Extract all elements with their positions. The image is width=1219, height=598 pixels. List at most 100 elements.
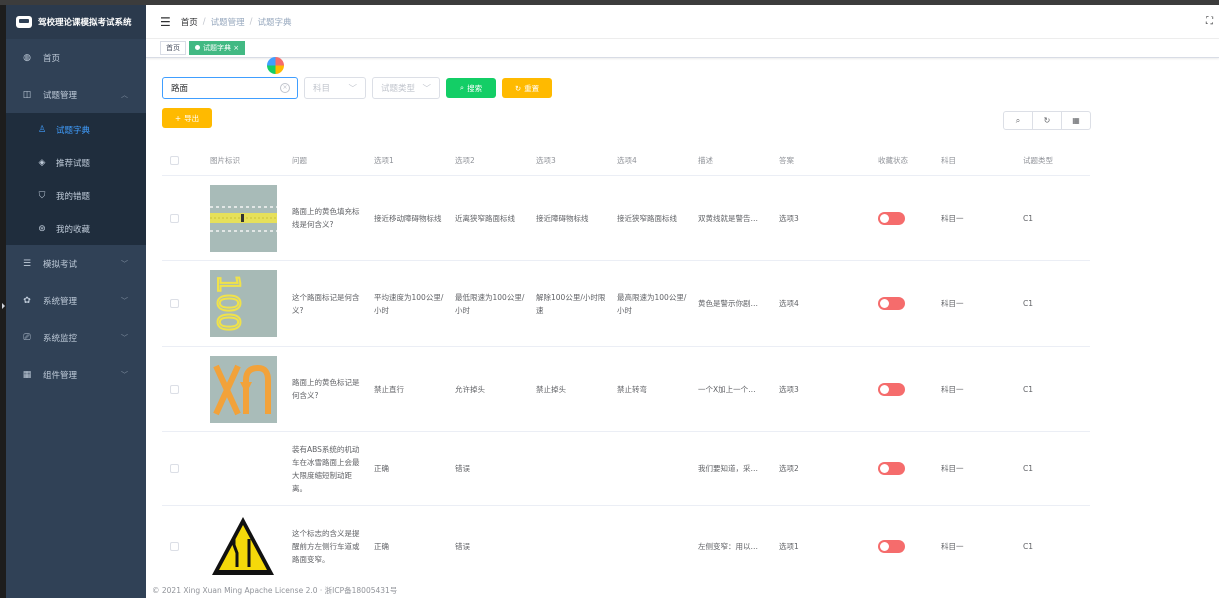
row-checkbox[interactable]	[170, 299, 179, 308]
answer-cell: 选项4	[779, 299, 799, 308]
car-logo-icon	[16, 16, 32, 28]
sidebar-item-label: 推荐试题	[56, 158, 91, 169]
plus-icon: +	[174, 113, 182, 123]
sidebar-item-mock-exam[interactable]: ☰ 模拟考试 ﹀	[6, 245, 146, 282]
select-all-checkbox[interactable]	[170, 156, 179, 165]
search-button-label: 搜索	[467, 83, 483, 93]
type-cell: C1	[1023, 464, 1034, 473]
app-title: 驾校理论课模拟考试系统	[38, 18, 132, 28]
favorite-switch[interactable]	[878, 539, 905, 553]
select-all-cell	[162, 156, 206, 165]
columns-icon[interactable]: ▦	[1061, 111, 1091, 130]
fullscreen-icon[interactable]: ⛶	[1206, 16, 1213, 27]
monitor-icon: ⎚	[23, 332, 31, 343]
reset-button-label: 重置	[524, 83, 540, 93]
subject-cell: 科目一	[941, 464, 964, 473]
sidebar-item-component-manage[interactable]: ▦ 组件管理 ﹀	[6, 356, 146, 393]
image-cell	[206, 512, 288, 580]
sidebar-subitem-wrong-questions[interactable]: ⛉ 我的错题	[6, 179, 146, 212]
type-placeholder: 试题类型	[381, 84, 416, 94]
refresh-icon[interactable]: ↻	[1032, 111, 1062, 130]
description-cell: 双黄线就是警告…	[698, 213, 758, 223]
main-panel: ☰ 首页 / 试题管理 / 试题字典 ⛶ 首页 试题字典 × 路面 × 科目 ﹀	[146, 5, 1219, 598]
sidebar-subitem-question-dict[interactable]: ♙ 试题字典	[6, 113, 146, 146]
sidebar-subitem-favorites[interactable]: ⊛ 我的收藏	[6, 212, 146, 245]
tag-home[interactable]: 首页	[160, 41, 186, 55]
favorite-switch[interactable]	[878, 297, 905, 310]
table-row[interactable]: 100 这个路面标记是何含义? 平均速度为100公里/小时 最低限速为100公里…	[162, 261, 1090, 347]
question-image[interactable]	[210, 355, 277, 423]
question-image[interactable]	[210, 512, 277, 580]
subject-placeholder: 科目	[313, 84, 331, 94]
col-header: 收藏状态	[878, 156, 908, 165]
sidebar-item-system-monitor[interactable]: ⎚ 系统监控 ﹀	[6, 319, 146, 356]
col-header: 选项2	[455, 156, 475, 165]
reset-button[interactable]: ↻ 重置	[502, 78, 552, 98]
row-checkbox[interactable]	[170, 384, 179, 394]
row-select-cell	[162, 213, 206, 223]
row-select-cell	[162, 464, 206, 473]
footer-copyright: © 2021 Xing Xuan Ming Apache License 2.0…	[152, 586, 398, 595]
search-button[interactable]: ⌕ 搜索	[446, 78, 496, 98]
favorite-switch[interactable]	[878, 382, 905, 396]
breadcrumb-current: 试题字典	[257, 17, 292, 28]
breadcrumb-home[interactable]: 首页	[181, 16, 198, 28]
window-icon: ◫	[22, 89, 32, 100]
question-image[interactable]	[210, 184, 277, 252]
sidebar-item-home[interactable]: ◍ 首页	[6, 39, 146, 76]
hamburger-icon[interactable]: ☰	[160, 15, 171, 29]
chevron-down-icon: ﹀	[121, 259, 128, 268]
question-image[interactable]: 100	[210, 270, 277, 337]
subject-select[interactable]: 科目 ﹀	[304, 77, 366, 99]
tag-close-icon[interactable]: ×	[233, 44, 239, 52]
sidebar-subitem-recommended[interactable]: ◈ 推荐试题	[6, 146, 146, 179]
answer-cell: 选项3	[779, 384, 799, 394]
type-cell: C1	[1023, 299, 1034, 308]
chevron-down-icon: ﹀	[121, 370, 128, 379]
sidebar-item-label: 试题字典	[56, 125, 91, 136]
active-dot-icon	[195, 45, 200, 50]
favorite-cell	[874, 382, 937, 396]
question-type-select[interactable]: 试题类型 ﹀	[372, 77, 440, 99]
answer-cell: 选项3	[779, 213, 799, 223]
table-row[interactable]: 这个标志的含义是提醒前方左侧行车道或路面变窄。 正确 错误 左侧变窄：用以… 选…	[162, 506, 1090, 586]
favorite-switch[interactable]	[878, 462, 905, 475]
export-button[interactable]: + 导出	[162, 108, 212, 128]
tag-question-dict[interactable]: 试题字典 ×	[189, 41, 246, 55]
sidebar-item-label: 首页	[43, 53, 61, 64]
option1-cell: 平均速度为100公里/小时	[374, 292, 444, 315]
row-checkbox[interactable]	[170, 541, 179, 551]
image-cell	[206, 355, 288, 423]
chevron-down-icon: ﹀	[121, 296, 128, 305]
grid-icon: ▦	[22, 369, 32, 380]
col-header: 科目	[941, 156, 956, 165]
row-checkbox[interactable]	[170, 464, 179, 473]
option3-cell: 禁止掉头	[536, 384, 566, 394]
option2-cell: 错误	[455, 541, 470, 551]
type-cell: C1	[1023, 213, 1034, 223]
speed-100-marking-icon: 100	[210, 270, 277, 337]
option2-cell: 最低限速为100公里/小时	[455, 292, 525, 315]
col-header: 选项1	[374, 156, 394, 165]
favorite-switch[interactable]	[878, 211, 905, 225]
table-row[interactable]: 路面上的黄色标记是何含义? 禁止直行 允许掉头 禁止掉头 禁止转弯 一个X加上一…	[162, 347, 1090, 432]
clear-icon[interactable]: ×	[280, 83, 290, 93]
expand-arrow-icon[interactable]	[2, 303, 5, 309]
sidebar-item-question-manage[interactable]: ◫ 试题管理 ︿	[6, 76, 146, 113]
table-row[interactable]: 装有ABS系统的机动车在冰雪路面上会最大限度缩短制动距离。 正确 错误 我们要知…	[162, 432, 1090, 506]
floating-avatar-icon[interactable]	[267, 57, 284, 74]
subject-cell: 科目一	[941, 384, 964, 394]
sidebar-item-system-manage[interactable]: ✿ 系统管理 ﹀	[6, 282, 146, 319]
sidebar-logo[interactable]: 驾校理论课模拟考试系统	[6, 5, 146, 39]
question-cell: 这个标志的含义是提醒前方左侧行车道或路面变窄。	[292, 528, 360, 564]
option2-cell: 错误	[455, 464, 470, 473]
sidebar-item-label: 系统监控	[43, 333, 78, 344]
col-header: 选项3	[536, 156, 556, 165]
row-checkbox[interactable]	[170, 213, 179, 223]
favorite-cell	[874, 539, 937, 553]
toggle-search-icon[interactable]: ⌕	[1003, 111, 1033, 130]
col-header: 问题	[292, 156, 307, 165]
table-row[interactable]: 路面上的黄色填充标线是何含义? 接近移动障碍物标线 近离狭窄路面标线 接近障碍物…	[162, 176, 1090, 261]
breadcrumb-separator: /	[249, 16, 253, 27]
keyword-search-input[interactable]: 路面 ×	[162, 77, 298, 99]
